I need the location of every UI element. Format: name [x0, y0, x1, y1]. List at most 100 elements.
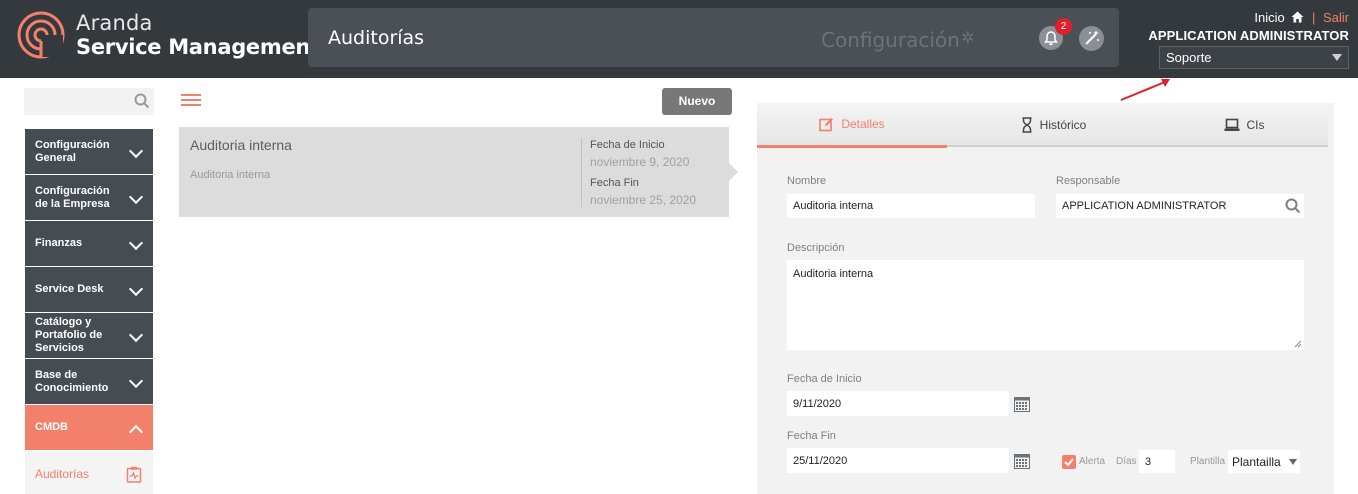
- name-field-value: Auditoria interna: [793, 200, 874, 212]
- template-select[interactable]: Plantailla: [1228, 450, 1300, 473]
- page-title: Auditorías: [328, 27, 425, 49]
- start-date-field[interactable]: 9/11/2020: [787, 391, 1009, 416]
- description-textarea[interactable]: Auditoria interna: [787, 260, 1304, 350]
- chevron-up-icon: [128, 424, 144, 440]
- tab-cis[interactable]: CIs: [1160, 103, 1328, 147]
- record-selected-pointer: [729, 163, 738, 181]
- sidebar-item-cmdb[interactable]: CMDB: [25, 405, 153, 451]
- user-name: APPLICATION ADMINISTRATOR: [1148, 28, 1349, 43]
- laptop-icon: [1224, 118, 1240, 132]
- start-date-value: 9/11/2020: [793, 397, 842, 410]
- record-start-label: Fecha de Inicio: [590, 139, 665, 151]
- sidebar-item-label: Service Desk: [35, 283, 104, 295]
- name-label: Nombre: [787, 175, 827, 187]
- tab-label: CIs: [1246, 118, 1265, 132]
- search-icon[interactable]: [134, 93, 150, 109]
- brand-name-line1: Aranda: [76, 11, 153, 35]
- owner-field-value: APPLICATION ADMINISTRATOR: [1062, 200, 1227, 212]
- tab-label: Histórico: [1039, 118, 1087, 132]
- tab-detalles[interactable]: Detalles: [757, 103, 947, 148]
- dropdown-arrow-icon: [1289, 459, 1297, 465]
- sidebar-item-label: Finanzas: [35, 237, 83, 249]
- record-start-value: noviembre 9, 2020: [590, 155, 690, 169]
- sidebar-item-configuracion-general[interactable]: Configuración General: [25, 129, 153, 175]
- sidebar-item-service-desk[interactable]: Service Desk: [25, 267, 153, 313]
- new-button[interactable]: Nuevo: [662, 88, 732, 115]
- alert-label: Alerta: [1079, 456, 1106, 467]
- record-card[interactable]: Auditoria interna Auditoria interna Fech…: [179, 127, 729, 217]
- owner-field[interactable]: APPLICATION ADMINISTRATOR: [1056, 194, 1304, 218]
- sidebar-menu: Configuración General Configuración de l…: [25, 129, 153, 494]
- magic-wand-icon: [1085, 30, 1099, 45]
- chevron-down-icon: [128, 143, 144, 159]
- top-header: Aranda Service Management Auditorías Con…: [0, 0, 1358, 78]
- tab-label: Detalles: [841, 117, 885, 131]
- owner-label: Responsable: [1056, 175, 1121, 187]
- chevron-down-icon: [128, 189, 144, 205]
- start-date-label: Fecha de Inicio: [787, 373, 862, 385]
- alert-checkbox[interactable]: [1062, 455, 1076, 469]
- annotation-arrow-icon: [1120, 79, 1170, 101]
- record-title: Auditoria interna: [190, 137, 292, 153]
- tab-historico[interactable]: Histórico: [947, 103, 1160, 147]
- audit-clipboard-icon: [126, 466, 142, 483]
- chevron-down-icon: [128, 327, 144, 343]
- end-date-label: Fecha Fin: [787, 430, 836, 442]
- brand-name-line2: Service Management: [76, 35, 320, 59]
- aranda-logo-icon: [17, 11, 65, 59]
- record-subtitle: Auditoria interna: [190, 169, 271, 181]
- description-value: Auditoria interna: [793, 268, 874, 280]
- sidebar-item-catalogo[interactable]: Catálogo y Portafolio de Servicios: [25, 313, 153, 359]
- sidebar-item-label: Configuración General: [35, 138, 110, 164]
- configuration-link[interactable]: Configuración: [821, 28, 960, 52]
- chevron-down-icon: [128, 235, 144, 251]
- app-root: Aranda Service Management Auditorías Con…: [0, 0, 1358, 494]
- days-value: 3: [1145, 455, 1152, 468]
- logout-link[interactable]: Salir: [1323, 10, 1349, 25]
- detail-panel: Detalles Histórico CIs Nombre Auditoria …: [757, 103, 1334, 494]
- dropdown-arrow-icon: [1332, 54, 1342, 61]
- days-label: Días: [1116, 456, 1137, 467]
- sidebar-subitem-label: Auditorías: [35, 467, 90, 481]
- title-bar: Auditorías Configuración ✲ 2: [308, 8, 1119, 67]
- sidebar-item-finanzas[interactable]: Finanzas: [25, 221, 153, 267]
- calendar-icon[interactable]: [1014, 396, 1030, 412]
- hourglass-icon: [1021, 117, 1033, 133]
- template-label: Plantilla: [1190, 456, 1226, 467]
- sidebar-subitem-auditorias[interactable]: Auditorías: [25, 451, 153, 494]
- gear-icon[interactable]: ✲: [961, 28, 974, 48]
- role-select[interactable]: Soporte: [1159, 46, 1349, 69]
- calendar-icon[interactable]: [1014, 453, 1030, 469]
- template-select-value: Plantailla: [1232, 454, 1281, 469]
- sidebar-item-label: Base de Conocimiento: [35, 368, 109, 394]
- sidebar-item-base-conocimiento[interactable]: Base de Conocimiento: [25, 359, 153, 405]
- search-icon[interactable]: [1285, 198, 1301, 214]
- days-input[interactable]: 3: [1139, 450, 1175, 473]
- sidebar-search-input[interactable]: [24, 88, 154, 115]
- record-end-label: Fecha Fin: [590, 177, 639, 189]
- edit-icon: [819, 117, 834, 132]
- magic-wand-button[interactable]: [1079, 26, 1104, 51]
- sidebar-item-label: CMDB: [35, 421, 68, 433]
- link-separator: |: [1311, 10, 1316, 25]
- chevron-down-icon: [128, 373, 144, 389]
- top-links: Inicio | Salir: [1148, 10, 1349, 25]
- chevron-down-icon: [128, 281, 144, 297]
- record-divider: [581, 138, 582, 207]
- sidebar-item-label: Configuración de la Empresa: [35, 184, 110, 210]
- sidebar-item-configuracion-empresa[interactable]: Configuración de la Empresa: [25, 175, 153, 221]
- home-link[interactable]: Inicio: [1254, 10, 1284, 25]
- end-date-value: 25/11/2020: [793, 454, 848, 467]
- end-date-field[interactable]: 25/11/2020: [787, 448, 1009, 473]
- role-select-value: Soporte: [1166, 50, 1212, 65]
- name-field[interactable]: Auditoria interna: [787, 194, 1035, 218]
- detail-tabs: Detalles Histórico CIs: [757, 103, 1328, 148]
- description-label: Descripción: [787, 242, 845, 254]
- record-end-value: noviembre 25, 2020: [590, 193, 697, 207]
- home-icon[interactable]: [1291, 11, 1304, 23]
- notification-count-badge: 2: [1055, 18, 1072, 35]
- sidebar-item-label: Catálogo y Portafolio de Servicios: [35, 316, 103, 354]
- resize-handle-icon[interactable]: [1294, 340, 1302, 348]
- user-area: Inicio | Salir APPLICATION ADMINISTRATOR: [1148, 10, 1349, 43]
- hamburger-menu-icon[interactable]: [181, 94, 201, 107]
